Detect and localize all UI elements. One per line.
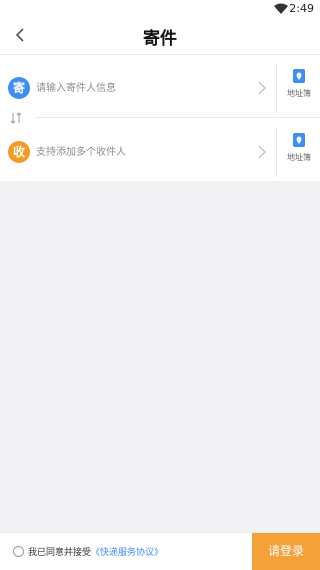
sender-row[interactable]: 寄 请输入寄件人信息 地址簿 xyxy=(0,63,320,113)
receiver-address-book-button[interactable]: 地址簿 xyxy=(282,132,316,174)
sender-address-book-button[interactable]: 地址簿 xyxy=(282,68,316,110)
wifi-icon xyxy=(274,3,288,14)
chevron-right-icon[interactable] xyxy=(256,79,268,97)
divider xyxy=(276,63,277,113)
page-title: 寄件 xyxy=(143,29,177,49)
sender-placeholder[interactable]: 请输入寄件人信息 xyxy=(36,79,116,94)
sender-badge: 寄 xyxy=(8,77,30,99)
address-book-label: 地址簿 xyxy=(287,153,311,162)
swap-icon[interactable] xyxy=(10,112,22,124)
status-time: 2:49 xyxy=(289,2,314,15)
footer-bar: 我已同意并接受 《快递服务协议》 请登录 xyxy=(0,532,320,570)
agree-text: 我已同意并接受 xyxy=(28,548,92,558)
address-book-icon xyxy=(293,69,305,83)
receiver-row[interactable]: 收 支持添加多个收件人 地址簿 xyxy=(0,127,320,177)
address-card: 寄 请输入寄件人信息 地址簿 收 支持添加多个收件人 地址簿 xyxy=(0,54,320,181)
login-button[interactable]: 请登录 xyxy=(252,533,320,570)
divider xyxy=(276,127,277,177)
address-book-icon xyxy=(293,133,305,147)
chevron-right-icon[interactable] xyxy=(256,143,268,161)
status-bar: 2:49 xyxy=(0,0,320,16)
agreement[interactable]: 我已同意并接受 《快递服务协议》 xyxy=(13,545,163,558)
receiver-placeholder[interactable]: 支持添加多个收件人 xyxy=(36,143,126,158)
row-divider xyxy=(36,117,320,118)
agree-checkbox[interactable] xyxy=(13,546,24,557)
title-bar: 寄件 xyxy=(0,16,320,54)
agreement-link[interactable]: 《快递服务协议》 xyxy=(91,545,163,558)
address-book-label: 地址簿 xyxy=(287,89,311,98)
receiver-badge: 收 xyxy=(8,141,30,163)
